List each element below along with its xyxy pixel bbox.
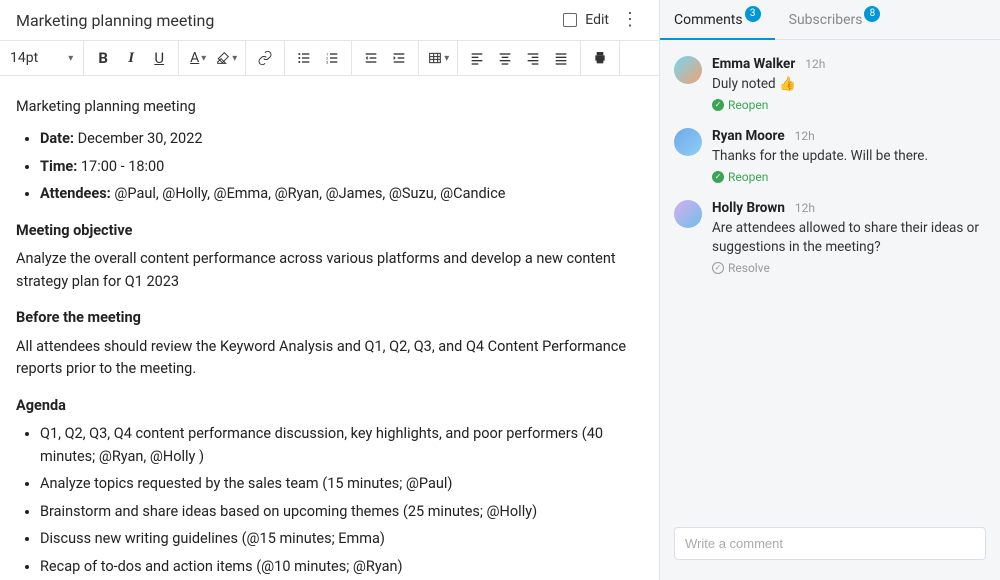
- doc-header: Marketing planning meeting Edit ⋮: [0, 0, 659, 40]
- meta-time: Time: 17:00 - 18:00: [40, 156, 643, 178]
- tab-comments[interactable]: Comments 3: [660, 0, 775, 39]
- avatar: [674, 56, 702, 84]
- text-color-button[interactable]: A▾: [185, 45, 211, 71]
- bold-button[interactable]: B: [90, 45, 116, 71]
- align-center-button[interactable]: [492, 45, 518, 71]
- comment-text: Duly noted 👍: [712, 75, 986, 94]
- doc-first-line: Marketing planning meeting: [16, 96, 643, 118]
- comment-input-wrap: [660, 517, 1000, 580]
- highlight-button[interactable]: ▾: [213, 45, 239, 71]
- comment-status-resolve[interactable]: ✓Resolve: [712, 261, 986, 275]
- agenda-item: Analyze topics requested by the sales te…: [40, 473, 643, 495]
- doc-actions: Edit ⋮: [563, 11, 643, 29]
- align-right-button[interactable]: [520, 45, 546, 71]
- comment-body: Holly Brown 12h Are attendees allowed to …: [712, 200, 986, 275]
- tab-comments-label: Comments: [674, 12, 743, 28]
- agenda-item: Brainstorm and share ideas based on upco…: [40, 501, 643, 523]
- comment-time: 12h: [795, 129, 815, 143]
- agenda-heading: Agenda: [16, 395, 643, 417]
- align-left-button[interactable]: [464, 45, 490, 71]
- comment-time: 12h: [805, 57, 825, 71]
- comment-input[interactable]: [674, 527, 986, 560]
- edit-label: Edit: [585, 12, 609, 28]
- comment-author: Ryan Moore: [712, 128, 785, 144]
- agenda-list: Q1, Q2, Q3, Q4 content performance discu…: [16, 423, 643, 578]
- comments-count-badge: 3: [745, 6, 761, 22]
- comment-item[interactable]: Emma Walker 12h Duly noted 👍 ✓Reopen: [660, 48, 1000, 120]
- chevron-down-icon: ▾: [68, 53, 73, 64]
- bullet-list-button[interactable]: [291, 45, 317, 71]
- underline-button[interactable]: U: [146, 45, 172, 71]
- check-icon: ✓: [712, 262, 724, 274]
- tab-subscribers-label: Subscribers: [789, 12, 863, 28]
- toolbar: 14pt ▾ B I U A▾ ▾ 123 ▾: [0, 40, 659, 76]
- more-menu-icon[interactable]: ⋮: [617, 11, 643, 29]
- side-tabs: Comments 3 Subscribers 8: [660, 0, 1000, 40]
- subscribers-count-badge: 8: [864, 6, 880, 22]
- before-heading: Before the meeting: [16, 307, 643, 329]
- comment-status-reopen[interactable]: ✓Reopen: [712, 98, 986, 112]
- align-justify-button[interactable]: [548, 45, 574, 71]
- editor-pane: Marketing planning meeting Edit ⋮ 14pt ▾…: [0, 0, 660, 580]
- comment-text: Are attendees allowed to share their ide…: [712, 219, 986, 257]
- indent-decrease-button[interactable]: [358, 45, 384, 71]
- doc-title[interactable]: Marketing planning meeting: [16, 11, 214, 30]
- svg-text:3: 3: [326, 59, 328, 64]
- objective-text: Analyze the overall content performance …: [16, 248, 643, 293]
- edit-checkbox[interactable]: [563, 13, 577, 27]
- comment-body: Ryan Moore 12h Thanks for the update. Wil…: [712, 128, 986, 184]
- italic-button[interactable]: I: [118, 45, 144, 71]
- table-button[interactable]: ▾: [425, 45, 451, 71]
- font-size-value: 14pt: [10, 50, 38, 66]
- comment-text: Thanks for the update. Will be there.: [712, 147, 986, 166]
- comment-item[interactable]: Ryan Moore 12h Thanks for the update. Wil…: [660, 120, 1000, 192]
- meta-list: Date: December 30, 2022 Time: 17:00 - 18…: [16, 128, 643, 205]
- document-body[interactable]: Marketing planning meeting Date: Decembe…: [0, 76, 659, 580]
- avatar: [674, 200, 702, 228]
- tab-subscribers[interactable]: Subscribers 8: [775, 0, 895, 39]
- agenda-item: Discuss new writing guidelines (@15 minu…: [40, 528, 643, 550]
- before-text: All attendees should review the Keyword …: [16, 336, 643, 381]
- meta-date: Date: December 30, 2022: [40, 128, 643, 150]
- objective-heading: Meeting objective: [16, 220, 643, 242]
- comment-time: 12h: [795, 201, 815, 215]
- check-icon: ✓: [712, 171, 724, 183]
- agenda-item: Recap of to-dos and action items (@10 mi…: [40, 556, 643, 578]
- meta-attendees: Attendees: @Paul, @Holly, @Emma, @Ryan, …: [40, 183, 643, 205]
- comment-author: Emma Walker: [712, 56, 795, 72]
- comment-body: Emma Walker 12h Duly noted 👍 ✓Reopen: [712, 56, 986, 112]
- check-icon: ✓: [712, 99, 724, 111]
- numbered-list-button[interactable]: 123: [319, 45, 345, 71]
- font-size-select[interactable]: 14pt ▾: [0, 41, 84, 75]
- print-button[interactable]: [587, 45, 613, 71]
- link-button[interactable]: [252, 45, 278, 71]
- agenda-item: Q1, Q2, Q3, Q4 content performance discu…: [40, 423, 643, 468]
- avatar: [674, 128, 702, 156]
- comment-status-reopen[interactable]: ✓Reopen: [712, 170, 986, 184]
- comment-author: Holly Brown: [712, 200, 785, 216]
- comments-list: Emma Walker 12h Duly noted 👍 ✓Reopen Ryan…: [660, 40, 1000, 517]
- indent-increase-button[interactable]: [386, 45, 412, 71]
- side-pane: Comments 3 Subscribers 8 Emma Walker 12h …: [660, 0, 1000, 580]
- comment-item[interactable]: Holly Brown 12h Are attendees allowed to …: [660, 192, 1000, 283]
